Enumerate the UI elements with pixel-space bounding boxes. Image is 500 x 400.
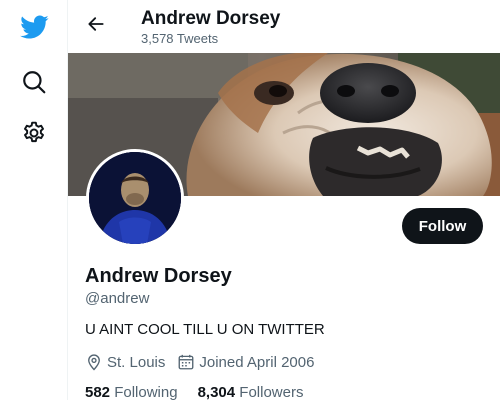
- profile-display-name: Andrew Dorsey: [85, 265, 232, 287]
- profile-bio: U AINT COOL TILL U ON TWITTER: [85, 321, 325, 338]
- settings-button[interactable]: [14, 113, 54, 153]
- explore-button[interactable]: [14, 62, 54, 102]
- calendar-icon: [177, 353, 199, 371]
- followers-label: Followers: [239, 384, 304, 400]
- left-nav-rail: [0, 0, 68, 400]
- search-icon: [21, 69, 47, 95]
- profile-column: Andrew Dorsey 3,578 Tweets Follow Andrew…: [68, 0, 500, 400]
- profile-location: St. Louis: [85, 353, 165, 371]
- twitter-profile-page: Andrew Dorsey 3,578 Tweets Follow Andrew…: [0, 0, 500, 400]
- header-profile-name: Andrew Dorsey: [141, 8, 281, 29]
- back-button[interactable]: [78, 8, 114, 44]
- followers-count: 8,304: [197, 384, 236, 400]
- gear-icon: [21, 120, 47, 146]
- profile-handle: @andrew: [85, 290, 150, 307]
- location-pin-icon: [85, 353, 107, 371]
- follow-button[interactable]: Follow: [402, 208, 483, 244]
- header-tweet-count: 3,578 Tweets: [141, 31, 219, 46]
- following-link[interactable]: 582 Following: [85, 383, 178, 400]
- twitter-home-button[interactable]: [14, 7, 54, 47]
- location-text: St. Louis: [107, 353, 166, 371]
- following-count: 582: [85, 384, 111, 400]
- profile-avatar[interactable]: [86, 149, 184, 247]
- avatar-photo: [89, 152, 181, 244]
- followers-link[interactable]: 8,304 Followers: [198, 383, 304, 400]
- join-date-text: Joined April 2006: [199, 353, 315, 371]
- profile-stats-row: 582 Following 8,304 Followers: [85, 383, 323, 400]
- profile-meta-row: St. Louis Joined April 2006: [85, 352, 326, 372]
- twitter-bird-icon: [19, 12, 49, 42]
- arrow-left-icon: [86, 14, 106, 39]
- profile-header-bar: Andrew Dorsey 3,578 Tweets: [68, 0, 500, 53]
- following-label: Following: [114, 384, 178, 400]
- profile-join-date: Joined April 2006: [177, 353, 314, 371]
